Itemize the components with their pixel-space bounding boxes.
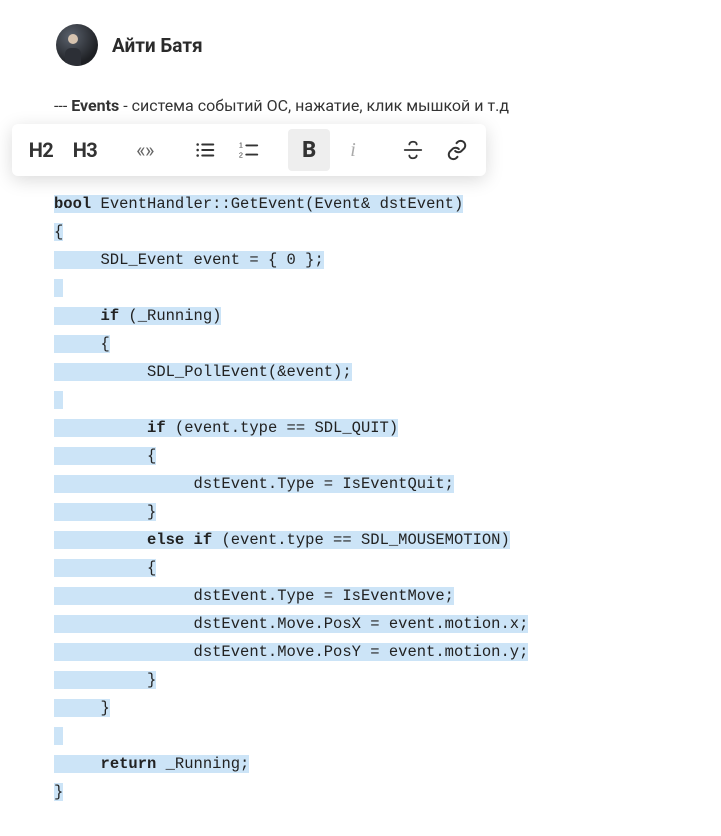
svg-text:1: 1	[239, 140, 243, 149]
code-text: dstEvent.Move.PosX = event.motion.x;	[54, 615, 528, 633]
kw-if: if	[101, 307, 120, 325]
code-text: }	[54, 699, 110, 717]
code-block[interactable]: bool EventHandler::GetEvent(Event& dstEv…	[54, 190, 671, 806]
author-row: Айти Батя	[56, 24, 671, 66]
svg-text:2: 2	[239, 150, 243, 159]
code-text: {	[54, 223, 63, 241]
bold-label: B	[302, 138, 316, 163]
code-text: { 0 }	[268, 251, 315, 269]
bullet-list-button[interactable]	[184, 129, 226, 171]
events-keyword: Events	[71, 96, 119, 115]
code-text: _Running;	[156, 755, 249, 773]
strikethrough-button[interactable]	[392, 129, 434, 171]
code-text: {	[54, 559, 156, 577]
italic-button[interactable]: i	[332, 129, 374, 171]
code-text: (event.type == SDL_QUIT)	[166, 419, 399, 437]
avatar[interactable]	[56, 24, 98, 66]
line1-rest: - система событий ОС, нажатие, клик мышк…	[119, 96, 509, 115]
page-container: Айти Батя --- Events - система событий О…	[0, 0, 721, 836]
h2-label: H2	[29, 138, 54, 162]
code-text: dstEvent.Type = IsEventQuit;	[54, 475, 454, 493]
strikethrough-icon	[402, 139, 424, 161]
toolbar-row: Конвертация событий SDL2_Event в события…	[50, 124, 671, 180]
code-text: (event.type == SDL_MOUSEMOTION)	[212, 531, 510, 549]
code-text: }	[54, 503, 156, 521]
kw-bool: bool	[54, 195, 91, 213]
quote-button[interactable]: «»	[124, 129, 166, 171]
kw-return: return	[101, 755, 157, 773]
code-text: (_Running)	[119, 307, 221, 325]
link-icon	[446, 139, 468, 161]
description-line-1: --- Events - система событий ОС, нажатие…	[54, 94, 671, 118]
author-name[interactable]: Айти Батя	[112, 34, 203, 57]
code-text: }	[54, 783, 63, 801]
code-text: }	[54, 671, 156, 689]
code-text	[54, 755, 101, 773]
code-text	[54, 419, 147, 437]
italic-label: i	[350, 139, 356, 162]
bold-button[interactable]: B	[288, 129, 330, 171]
code-text	[54, 531, 147, 549]
h2-button[interactable]: H2	[20, 129, 62, 171]
code-text: dstEvent.Move.PosY = event.motion.y;	[54, 643, 528, 661]
h3-label: H3	[73, 138, 98, 162]
code-text: SDL_Event event =	[54, 251, 268, 269]
numbered-list-icon: 1 2	[238, 139, 260, 161]
link-button[interactable]	[436, 129, 478, 171]
kw-if: if	[147, 419, 166, 437]
kw-elseif: else if	[147, 531, 212, 549]
code-text	[54, 307, 101, 325]
code-text: {	[54, 447, 156, 465]
h3-button[interactable]: H3	[64, 129, 106, 171]
numbered-list-button[interactable]: 1 2	[228, 129, 270, 171]
bullet-list-icon	[194, 139, 216, 161]
dash-prefix: ---	[54, 96, 71, 115]
code-text: dstEvent.Type = IsEventMove;	[54, 587, 454, 605]
code-text: EventHandler::GetEvent(Event& dstEvent)	[91, 195, 463, 213]
formatting-toolbar: H2 H3 «» 1 2	[12, 124, 486, 176]
code-text: {	[54, 335, 110, 353]
code-text: SDL_PollEvent(&event);	[54, 363, 352, 381]
code-text: ;	[314, 251, 323, 269]
quote-label: «»	[136, 138, 154, 162]
